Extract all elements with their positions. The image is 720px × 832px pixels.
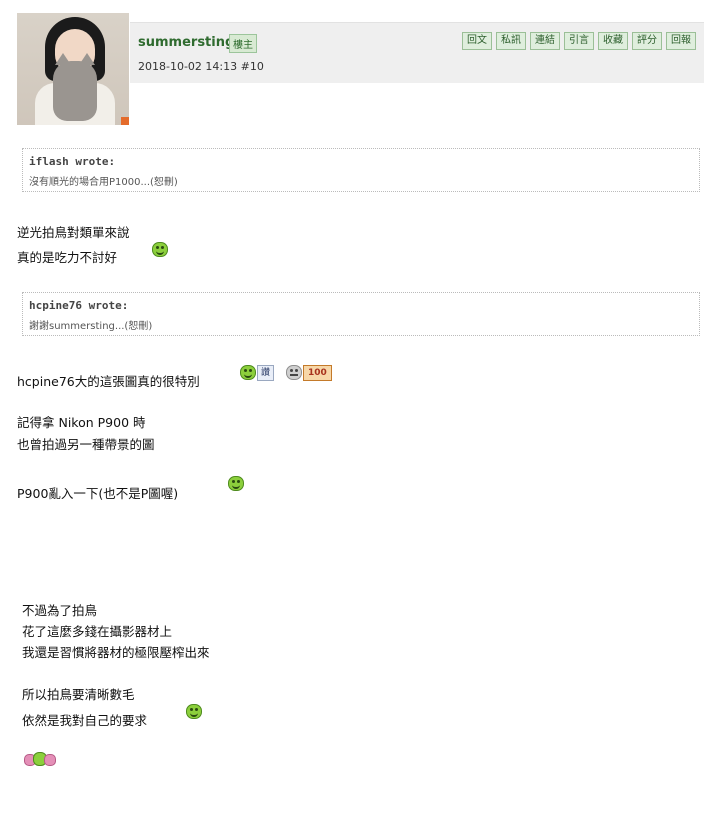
rate-button[interactable]: 評分 <box>632 32 662 50</box>
avatar-corner <box>121 117 129 125</box>
reply-button[interactable]: 回文 <box>462 32 492 50</box>
hug-emoticon-icon <box>24 752 56 766</box>
smiley-icon <box>186 704 202 719</box>
quote-body: 沒有順光的場合用P1000...(恕刪) <box>29 177 178 188</box>
text-line: P900亂入一下(也不是P圖喔) <box>17 486 179 501</box>
quote-block-2: hcpine76 wrote: 謝謝summersting...(恕刪) <box>22 292 700 336</box>
link-button[interactable]: 連結 <box>530 32 560 50</box>
post-actions: 回文 私訊 連結 引言 收藏 評分 回報 <box>462 32 696 50</box>
text-line: 也曾拍過另一種帶景的圖 <box>17 437 155 452</box>
post-floor[interactable]: #10 <box>241 60 264 73</box>
smiley-icon <box>228 476 244 491</box>
post-timestamp: 2018-10-02 14:13 <box>138 60 238 73</box>
text-line: hcpine76大的這張圖真的很特別 <box>17 374 200 389</box>
quote-block-1: iflash wrote: 沒有順光的場合用P1000...(恕刪) <box>22 148 700 192</box>
quote-button[interactable]: 引言 <box>564 32 594 50</box>
favorite-button[interactable]: 收藏 <box>598 32 628 50</box>
post-meta: 2018-10-02 14:13 #10 <box>138 60 264 73</box>
text-line: 不過為了拍鳥 <box>22 603 98 618</box>
text-line: 花了這麼多錢在攝影器材上 <box>22 624 173 639</box>
op-badge: 樓主 <box>229 34 257 53</box>
like-tag: 讚 <box>257 365 275 381</box>
gray-face-icon <box>286 365 302 380</box>
text-line: 真的是吃力不討好 <box>17 250 118 265</box>
text-line: 逆光拍鳥對類單來說 <box>17 225 130 240</box>
quote-author: hcpine76 wrote: <box>29 299 129 312</box>
text-line: 我還是習慣將器材的極限壓榨出來 <box>22 645 210 660</box>
smiley-icon <box>240 365 256 380</box>
quote-body: 謝謝summersting...(恕刪) <box>29 321 153 332</box>
report-button[interactable]: 回報 <box>666 32 696 50</box>
user-avatar[interactable] <box>17 13 129 125</box>
quote-author: iflash wrote: <box>29 155 116 168</box>
message-button[interactable]: 私訊 <box>496 32 526 50</box>
score-100-sign: 100 <box>303 365 332 381</box>
smiley-icon <box>152 242 168 257</box>
username-link[interactable]: summersting <box>138 35 234 50</box>
post-header: summersting 樓主 2018-10-02 14:13 #10 回文 私… <box>130 22 704 83</box>
text-line: 依然是我對自己的要求 <box>22 713 148 728</box>
avatar-cat <box>53 53 97 121</box>
text-line: 記得拿 Nikon P900 時 <box>17 415 146 430</box>
text-line: 所以拍鳥要清晰數毛 <box>22 687 135 702</box>
